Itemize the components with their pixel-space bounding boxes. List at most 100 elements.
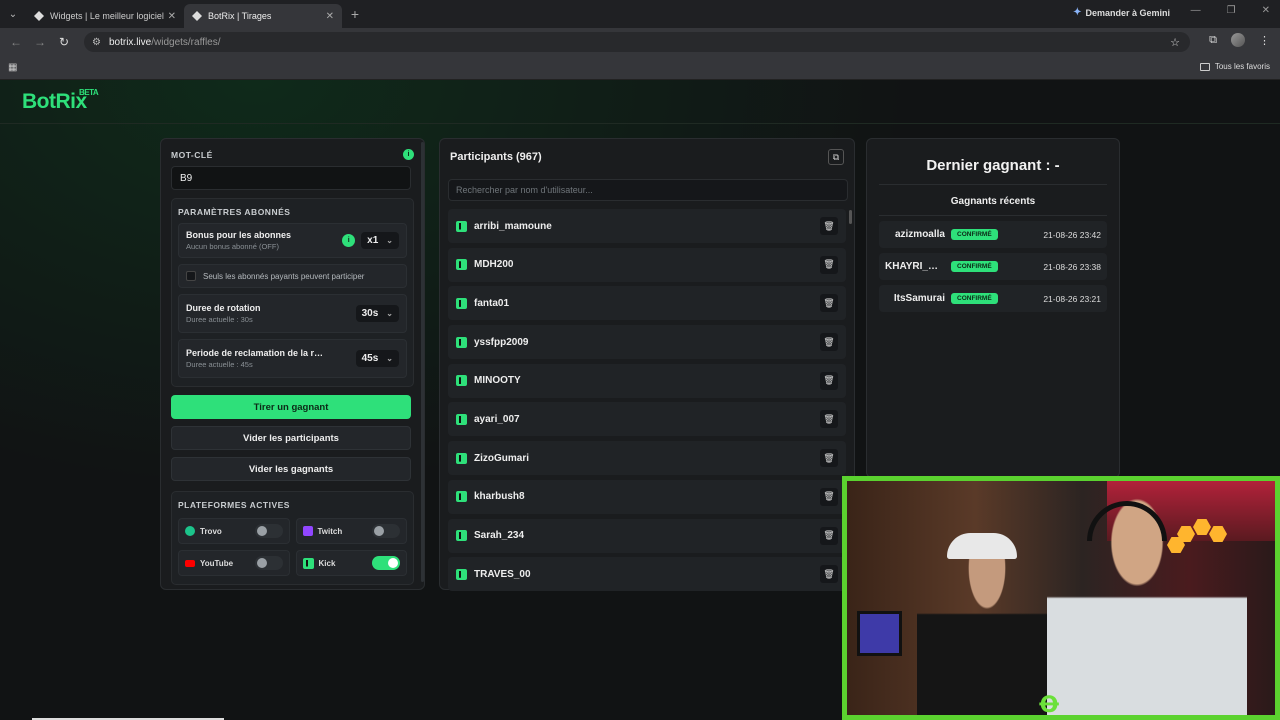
twitch-toggle[interactable] (372, 524, 400, 538)
trash-icon[interactable]: 🗑 (820, 526, 838, 545)
streamer-logo-icon: Ꝋ (1039, 693, 1060, 718)
youtube-toggle[interactable] (254, 556, 283, 570)
platform-label: YouTube (200, 558, 234, 568)
forward-arrow-icon[interactable]: → (28, 35, 52, 49)
all-bookmarks-label: Tous les favoris (1214, 62, 1270, 71)
rotation-subtitle: Duree actuelle : 30s (186, 315, 253, 324)
trash-icon[interactable]: 🗑 (820, 217, 838, 235)
participant-name: MDH200 (474, 259, 514, 271)
bonus-select[interactable]: x1 ⌄ (361, 232, 399, 249)
kick-icon (456, 568, 467, 580)
draw-winner-button[interactable]: Tirer un gagnant (171, 395, 411, 419)
winner-row: ItsSamurai CONFIRMÉ 21-08-26 23:21 (879, 285, 1107, 312)
status-badge: CONFIRMÉ (951, 261, 998, 272)
participant-row: yssfpp2009 🗑 (448, 325, 846, 360)
kick-icon (302, 557, 314, 569)
browser-menu-icon[interactable]: ⋮ (1259, 34, 1270, 47)
bonus-title: Bonus pour les abonnes (186, 230, 292, 240)
participant-row: ayari_007 🗑 (448, 402, 846, 437)
beta-badge: BETA (79, 88, 99, 97)
subs-only-checkbox[interactable] (186, 271, 196, 281)
platform-trovo: Trovo (178, 518, 290, 544)
tab-close-icon[interactable]: ✕ (168, 11, 176, 22)
bookmark-star-icon[interactable]: ☆ (1170, 36, 1180, 49)
tab-widgets[interactable]: Widgets | Le meilleur logiciel p… ✕ (26, 4, 184, 28)
trovo-toggle[interactable] (254, 524, 283, 538)
apps-grid-icon[interactable]: ▦ (8, 62, 17, 73)
trash-icon[interactable]: 🗑 (820, 333, 838, 352)
youtube-icon (185, 559, 195, 567)
address-bar-row: ← → ↻ ⚙ botrix.live /widgets/raffles/ ☆ … (0, 28, 1280, 56)
close-window-icon[interactable]: ✕ (1262, 5, 1270, 16)
participant-row: fanta01 🗑 (448, 286, 846, 321)
trash-icon[interactable]: 🗑 (820, 371, 838, 390)
extensions-puzzle-icon[interactable]: ⧉ (1209, 34, 1217, 47)
participants-panel: Participants (967) ⧉ Rechercher par nom … (439, 138, 855, 592)
participant-row: kharbush8 🗑 (448, 479, 846, 514)
url-input[interactable]: ⚙ botrix.live /widgets/raffles/ ☆ (84, 32, 1190, 52)
claim-title: Periode de reclamation de la r… (186, 348, 324, 358)
kick-icon (456, 259, 467, 271)
clear-winners-button[interactable]: Vider les gagnants (171, 457, 411, 481)
platforms-title: PLATEFORMES ACTIVES (178, 500, 290, 510)
participants-title: Participants (967) (450, 151, 542, 163)
tab-search-chevron-icon[interactable]: ⌄ (0, 0, 26, 28)
platform-youtube: YouTube (178, 550, 290, 576)
rotation-row: Duree de rotation Duree actuelle : 30s 3… (178, 294, 407, 333)
new-tab-plus-icon[interactable]: + (342, 6, 368, 22)
participant-search-input[interactable]: Rechercher par nom d'utilisateur... (448, 179, 848, 201)
winners-panel: Dernier gagnant : - Gagnants récents azi… (866, 138, 1120, 478)
info-icon[interactable]: i (403, 149, 414, 160)
keyword-input[interactable]: B9 (171, 166, 411, 190)
profile-avatar[interactable] (1231, 33, 1245, 47)
all-bookmarks-button[interactable]: Tous les favoris (1199, 62, 1270, 71)
settings-scrollbar[interactable] (421, 142, 424, 582)
trash-icon[interactable]: 🗑 (820, 449, 838, 468)
info-icon[interactable]: i (342, 234, 356, 247)
participants-scrollbar[interactable] (849, 210, 852, 224)
chevron-down-icon: ⌄ (386, 236, 393, 245)
back-arrow-icon[interactable]: ← (4, 35, 28, 49)
trash-icon[interactable]: 🗑 (820, 565, 838, 584)
platform-label: Trovo (200, 526, 222, 536)
rotation-title: Duree de rotation (186, 303, 261, 313)
bookmarks-bar: ▦ Tous les favoris (0, 56, 1280, 80)
trash-icon[interactable]: 🗑 (820, 255, 838, 274)
kick-icon (456, 530, 467, 541)
participant-name: arribi_mamoune (474, 220, 552, 232)
logo-text: BotRix (22, 90, 87, 113)
twitch-icon (302, 526, 313, 536)
gemini-button[interactable]: ✦ Demander à Gemini (1073, 7, 1170, 18)
participant-row: arribi_mamoune 🗑 (448, 209, 846, 243)
minimize-icon[interactable]: — (1191, 5, 1201, 16)
winner-name: ItsSamurai (893, 293, 945, 304)
raffle-settings-panel: MOT-CLÉ i B9 PARAMÈTRES ABONNÉS Bonus po… (160, 138, 425, 590)
botrix-logo[interactable]: BotRix BETA (22, 88, 99, 114)
participant-row: ZizoGumari 🗑 (448, 441, 846, 476)
kick-toggle[interactable] (372, 556, 400, 570)
rotation-select[interactable]: 30s ⌄ (355, 305, 399, 322)
claim-select[interactable]: 45s ⌄ (355, 350, 399, 367)
tab-close-icon[interactable]: ✕ (326, 11, 334, 22)
winner-name: KHAYRI_GO… (885, 261, 945, 272)
subs-only-row[interactable]: Seuls les abonnés payants peuvent partic… (178, 264, 407, 288)
trash-icon[interactable]: 🗑 (820, 410, 838, 429)
copy-icon[interactable]: ⧉ (828, 149, 844, 165)
claim-subtitle: Duree actuelle : 45s (186, 360, 253, 369)
restore-icon[interactable]: ❐ (1227, 5, 1236, 16)
recent-winners-title: Gagnants récents (879, 196, 1107, 216)
url-path: /widgets/raffles/ (151, 36, 221, 48)
trash-icon[interactable]: 🗑 (820, 294, 838, 313)
trash-icon[interactable]: 🗑 (820, 487, 838, 506)
site-header: BotRix BETA (0, 80, 1280, 124)
participant-row: Sarah_234 🗑 (448, 518, 846, 553)
reload-icon[interactable]: ↻ (52, 35, 76, 49)
site-info-icon[interactable]: ⚙ (92, 37, 101, 48)
participant-name: TRAVES_00 (474, 568, 531, 580)
tab-tirages[interactable]: BotRix | Tirages ✕ (184, 4, 342, 28)
platforms-box: PLATEFORMES ACTIVES Trovo Twitch YouTube… (171, 491, 414, 585)
clear-participants-button[interactable]: Vider les participants (171, 426, 411, 450)
bonus-subtitle: Aucun bonus abonné (OFF) (186, 242, 279, 251)
winner-row: azizmoalla CONFIRMÉ 21-08-26 23:42 (879, 221, 1107, 248)
gemini-sparkle-icon: ✦ (1073, 7, 1082, 18)
